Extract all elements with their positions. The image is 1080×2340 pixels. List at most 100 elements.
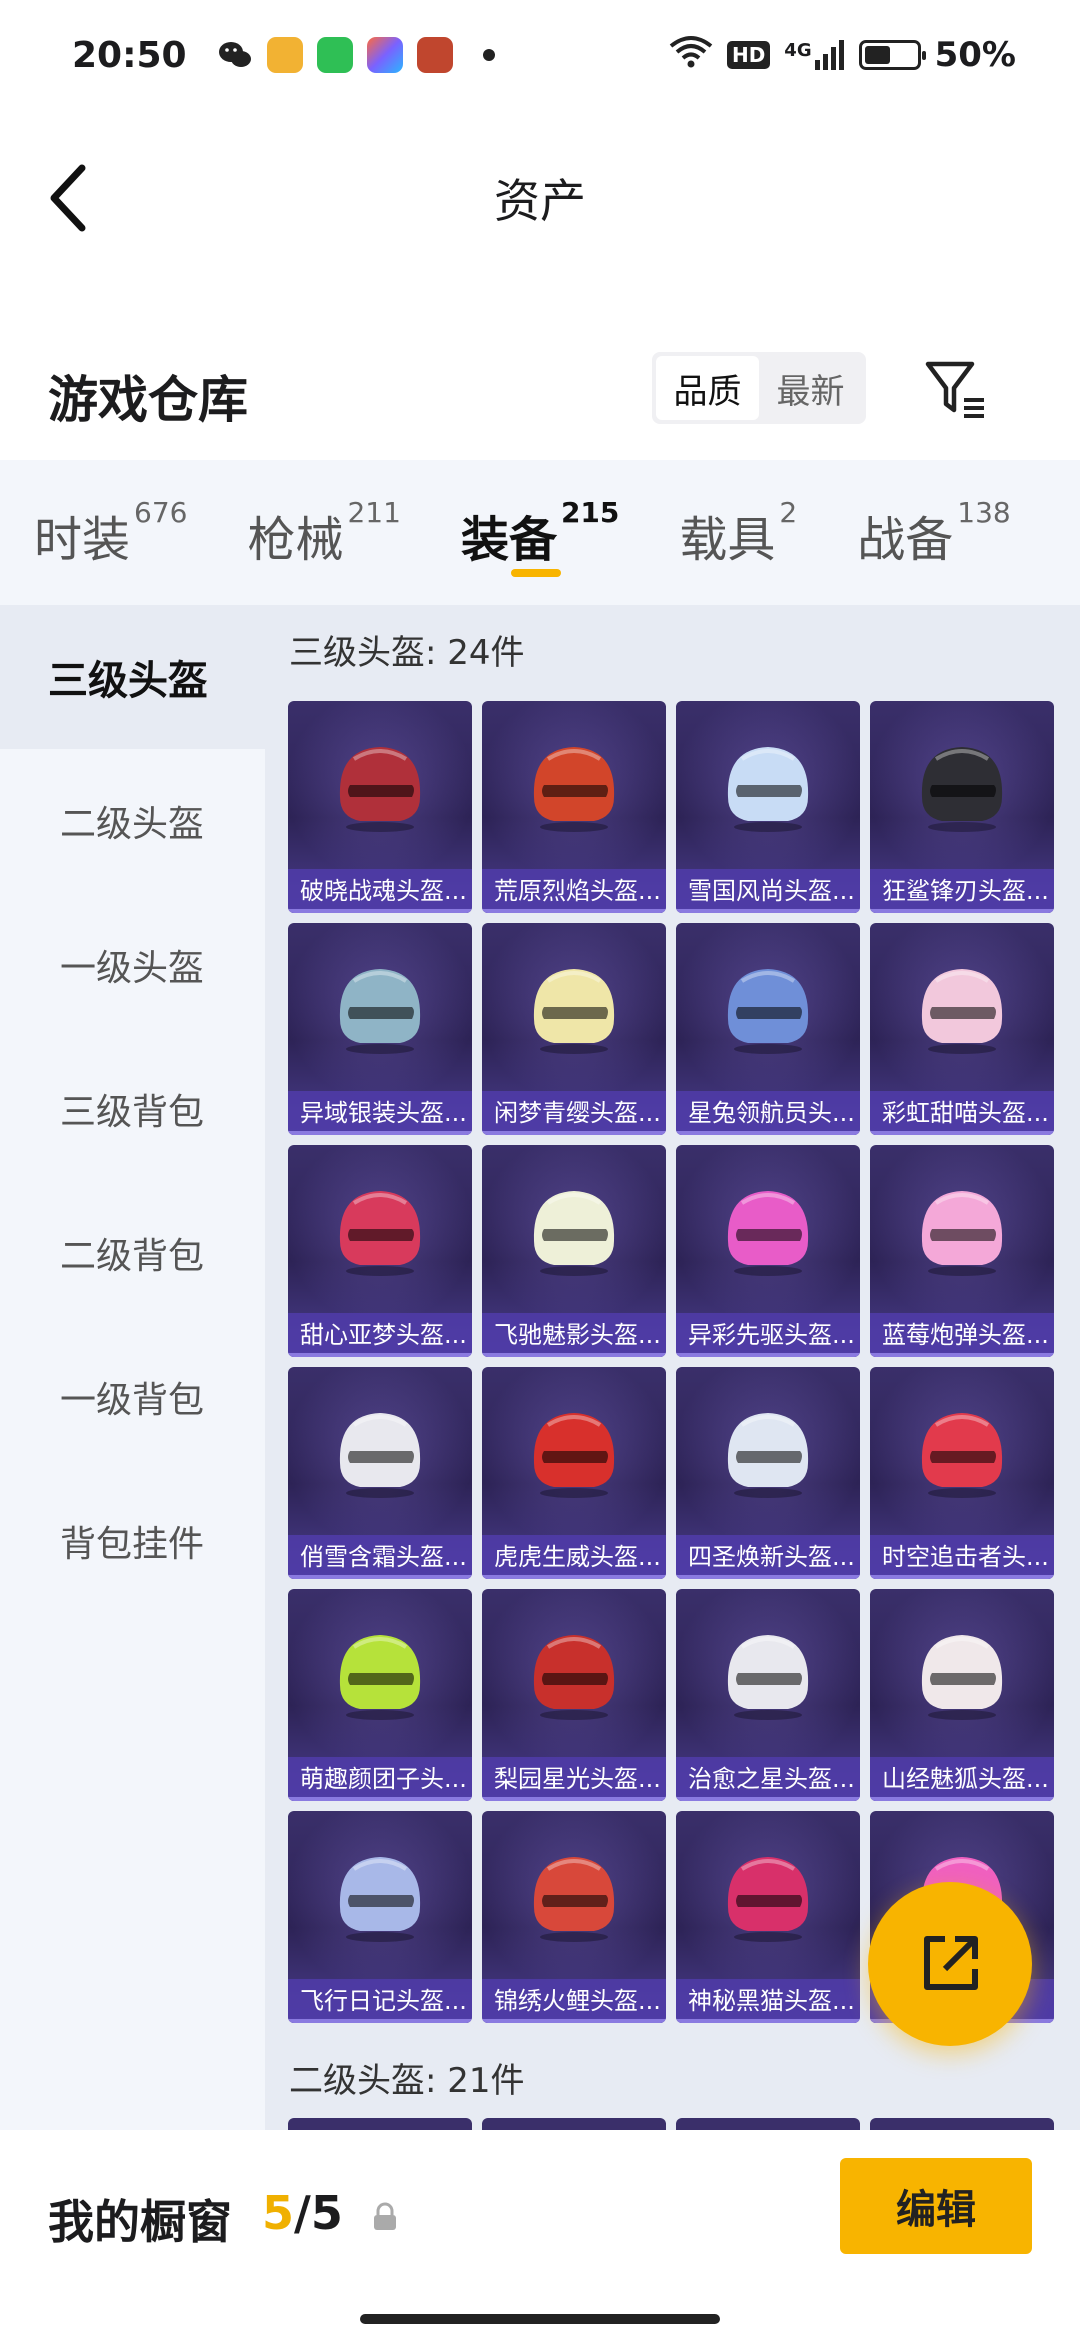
sidebar-item[interactable]: 一级头盔 [0, 893, 265, 1037]
rarity-strip [676, 1353, 860, 1357]
sidebar-item[interactable]: 背包挂件 [0, 1469, 265, 1613]
rarity-strip [288, 1575, 472, 1579]
helmet-icon [339, 1857, 421, 1942]
item-card[interactable]: 甜心亚梦头盔... [288, 1145, 472, 1357]
status-time: 20:50 [72, 34, 187, 76]
helmet-icon [921, 969, 1003, 1054]
item-card[interactable]: 雪国风尚头盔... [676, 701, 860, 913]
item-card[interactable] [288, 2118, 472, 2130]
message-app-icon [316, 37, 353, 73]
item-card[interactable]: 四圣焕新头盔... [676, 1367, 860, 1579]
wifi-icon [669, 34, 713, 77]
lock-icon [374, 2202, 396, 2230]
tab-category[interactable]: 枪械 211 [247, 460, 400, 605]
rarity-strip [288, 2019, 472, 2023]
helmet-icon [921, 1635, 1003, 1720]
rarity-strip [676, 909, 860, 913]
helmet-icon [727, 1413, 809, 1498]
tab-category[interactable]: 载具 2 [679, 460, 797, 605]
item-card[interactable]: 星兔领航员头... [676, 923, 860, 1135]
rarity-strip [288, 1131, 472, 1135]
helmet-icon [339, 1635, 421, 1720]
tab-category[interactable]: 装备 215 [461, 460, 619, 605]
helmet-icon [533, 747, 615, 832]
edit-button[interactable]: 编辑 [840, 2158, 1032, 2254]
battery-percent: 50% [934, 35, 1016, 75]
item-card[interactable]: 治愈之星头盔... [676, 1589, 860, 1801]
item-card[interactable]: 蓝莓炮弹头盔... [870, 1145, 1054, 1357]
rarity-strip [870, 1353, 1054, 1357]
item-label: 神秘黑猫头盔... [676, 1979, 860, 2023]
rarity-strip [676, 2019, 860, 2023]
tab-label: 枪械 [247, 512, 344, 568]
item-label: 飞驰魅影头盔... [482, 1313, 666, 1357]
rarity-strip [482, 1575, 666, 1579]
sidebar-item[interactable]: 三级背包 [0, 1037, 265, 1181]
item-card[interactable]: 飞行日记头盔... [288, 1811, 472, 2023]
rarity-strip [870, 1131, 1054, 1135]
category-tabs: 时装 676 枪械 211 装备 215 载具 2 战备 138 [0, 460, 1080, 605]
rarity-strip [676, 1131, 860, 1135]
tab-category[interactable]: 战备 138 [857, 460, 1010, 605]
item-card[interactable]: 荒原烈焰头盔... [482, 701, 666, 913]
item-label: 荒原烈焰头盔... [482, 869, 666, 913]
item-card[interactable]: 萌趣颜团子头... [288, 1589, 472, 1801]
item-card[interactable]: 狂鲨锋刃头盔... [870, 701, 1054, 913]
sidebar-item[interactable]: 一级背包 [0, 1325, 265, 1469]
item-card[interactable]: 彩虹甜喵头盔... [870, 923, 1054, 1135]
item-label: 蓝莓炮弹头盔... [870, 1313, 1054, 1357]
sidebar-item[interactable]: 二级背包 [0, 1181, 265, 1325]
item-label: 异域银装头盔... [288, 1091, 472, 1135]
item-card[interactable] [482, 2118, 666, 2130]
item-label: 星兔领航员头... [676, 1091, 860, 1135]
showcase-total: 5 [310, 2186, 343, 2240]
sort-newest-option[interactable]: 最新 [759, 356, 862, 420]
sidebar-item[interactable]: 三级头盔 [0, 605, 265, 749]
sort-quality-option[interactable]: 品质 [656, 356, 759, 420]
item-card[interactable]: 时空追击者头... [870, 1367, 1054, 1579]
item-card[interactable]: 梨园星光头盔... [482, 1589, 666, 1801]
helmet-icon [727, 747, 809, 832]
rarity-strip [288, 1353, 472, 1357]
filter-button[interactable] [922, 356, 988, 422]
home-indicator [360, 2314, 720, 2324]
item-card[interactable]: 异域银装头盔... [288, 923, 472, 1135]
item-label: 异彩先驱头盔... [676, 1313, 860, 1357]
item-card[interactable]: 破晓战魂头盔... [288, 701, 472, 913]
signal-icon: 4G [784, 40, 844, 70]
hd-badge: HD [726, 41, 771, 69]
warehouse-title: 游戏仓库 [48, 371, 248, 429]
share-icon [924, 1936, 978, 1990]
item-card[interactable]: 闲梦青缨头盔... [482, 923, 666, 1135]
helmet-icon [533, 1191, 615, 1276]
item-card[interactable]: 山经魅狐头盔... [870, 1589, 1054, 1801]
rarity-strip [870, 1575, 1054, 1579]
item-card[interactable]: 飞驰魅影头盔... [482, 1145, 666, 1357]
sidebar-item[interactable]: 二级头盔 [0, 749, 265, 893]
helmet-icon [533, 1413, 615, 1498]
rarity-strip [482, 2019, 666, 2023]
helmet-icon [727, 1635, 809, 1720]
item-card[interactable]: 虎虎生威头盔... [482, 1367, 666, 1579]
helmet-icon [339, 1413, 421, 1498]
item-card[interactable]: 俏雪含霜头盔... [288, 1367, 472, 1579]
share-fab-button[interactable] [868, 1882, 1032, 2046]
item-card[interactable]: 神秘黑猫头盔... [676, 1811, 860, 2023]
status-bar: 20:50 HD 4G 50% [0, 0, 1080, 110]
item-card[interactable] [870, 2118, 1054, 2130]
tab-label: 载具 [679, 512, 776, 568]
helmet-icon [533, 1857, 615, 1942]
item-label: 雪国风尚头盔... [676, 869, 860, 913]
showcase-count: 5/5 [262, 2186, 343, 2240]
tab-label: 时装 [34, 512, 131, 568]
item-card[interactable]: 异彩先驱头盔... [676, 1145, 860, 1357]
battery-level [864, 46, 890, 64]
item-label: 狂鲨锋刃头盔... [870, 869, 1054, 913]
item-label: 飞行日记头盔... [288, 1979, 472, 2023]
network-type-label: 4G [784, 40, 812, 61]
tab-category[interactable]: 时装 676 [34, 460, 187, 605]
tab-label: 战备 [857, 512, 954, 568]
rarity-strip [482, 1353, 666, 1357]
item-card[interactable] [676, 2118, 860, 2130]
item-card[interactable]: 锦绣火鲤头盔... [482, 1811, 666, 2023]
